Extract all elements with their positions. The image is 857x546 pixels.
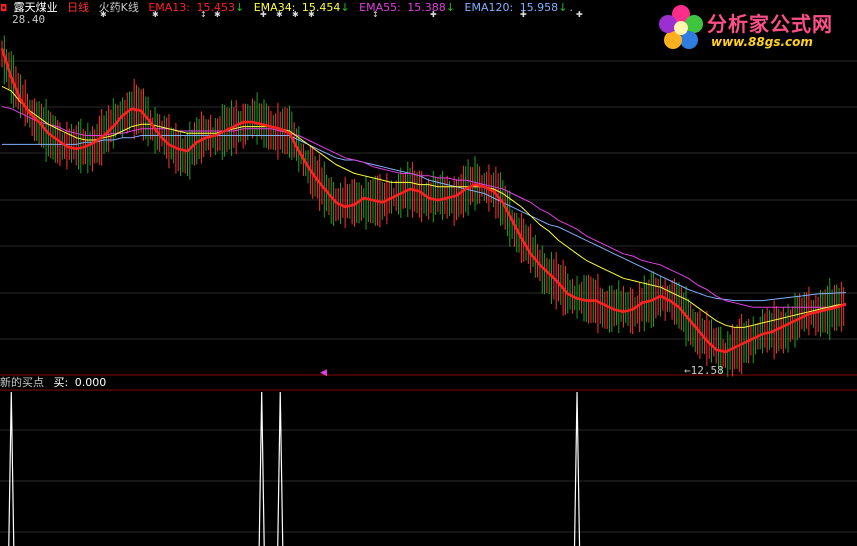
period-label[interactable]: 日线 xyxy=(67,1,89,15)
sub-chart-header: 新的买点 买: 0.000 xyxy=(0,376,112,390)
marker-updown-icon: ↕ xyxy=(200,10,207,19)
ema120-down-arrow: ↓ xyxy=(558,1,568,14)
buy-signal-spike xyxy=(8,391,15,546)
ema34-down-arrow: ↓ xyxy=(340,1,350,14)
flower-logo-icon xyxy=(659,5,703,49)
logo-name: 分析家公式网 xyxy=(707,12,833,36)
panel-marker-icon: ◀ xyxy=(320,368,327,378)
buy-label: 买: xyxy=(53,376,69,389)
marker-asterisk-icon: ✱ xyxy=(152,10,159,19)
ema55-down-arrow: ↓ xyxy=(445,1,456,14)
site-logo: 分析家公式网 www.88gs.com xyxy=(655,2,855,54)
ema55-value: 15.388 xyxy=(407,1,446,14)
marker-updown-icon: ↕ xyxy=(372,10,379,19)
marker-plus-icon: ✚ xyxy=(520,10,527,19)
ema120-line xyxy=(2,135,847,302)
chart-canvas xyxy=(0,35,857,546)
logo-url[interactable]: www.88gs.com xyxy=(711,35,813,49)
buy-value: 0.000 xyxy=(74,376,107,389)
ema55-label: EMA55: xyxy=(359,1,401,14)
marker-asterisk-icon: ✱ xyxy=(214,10,221,19)
main-chart-header: ◘ 露天煤业 日线 火药K线 EMA13: 15.453↓ EMA34: 15.… xyxy=(0,1,579,15)
high-price-label: 28.40 xyxy=(12,13,46,26)
ema120-label: EMA120: xyxy=(464,1,514,14)
ema120-legend: EMA120: 15.958↓. xyxy=(465,1,573,15)
ema13-down-arrow: ↓ xyxy=(235,1,245,14)
marker-asterisk-icon: ✱ xyxy=(276,10,283,19)
sub-indicator-name[interactable]: 新的买点 xyxy=(0,376,44,389)
buy-signal-spike xyxy=(258,391,265,546)
marker-plus-icon: ✚ xyxy=(430,10,437,19)
buy-signal-spike xyxy=(573,391,581,546)
marker-plus-icon: ✚ xyxy=(576,10,583,19)
marker-asterisk-icon: ✱ xyxy=(292,10,299,19)
legend-end-dot: . xyxy=(569,1,573,14)
marker-asterisk-icon: ✱ xyxy=(308,10,315,19)
ema34-legend: EMA34: 15.454↓ xyxy=(254,1,350,15)
buy-signal-spike xyxy=(277,391,284,546)
flag-icon[interactable]: ◘ xyxy=(0,2,7,16)
low-price-label: ←12.58 xyxy=(684,364,724,377)
marker-plus-icon: ✚ xyxy=(260,10,267,19)
ema13-legend: EMA13: 15.453↓ xyxy=(148,1,244,15)
marker-asterisk-icon: ✱ xyxy=(100,10,107,19)
